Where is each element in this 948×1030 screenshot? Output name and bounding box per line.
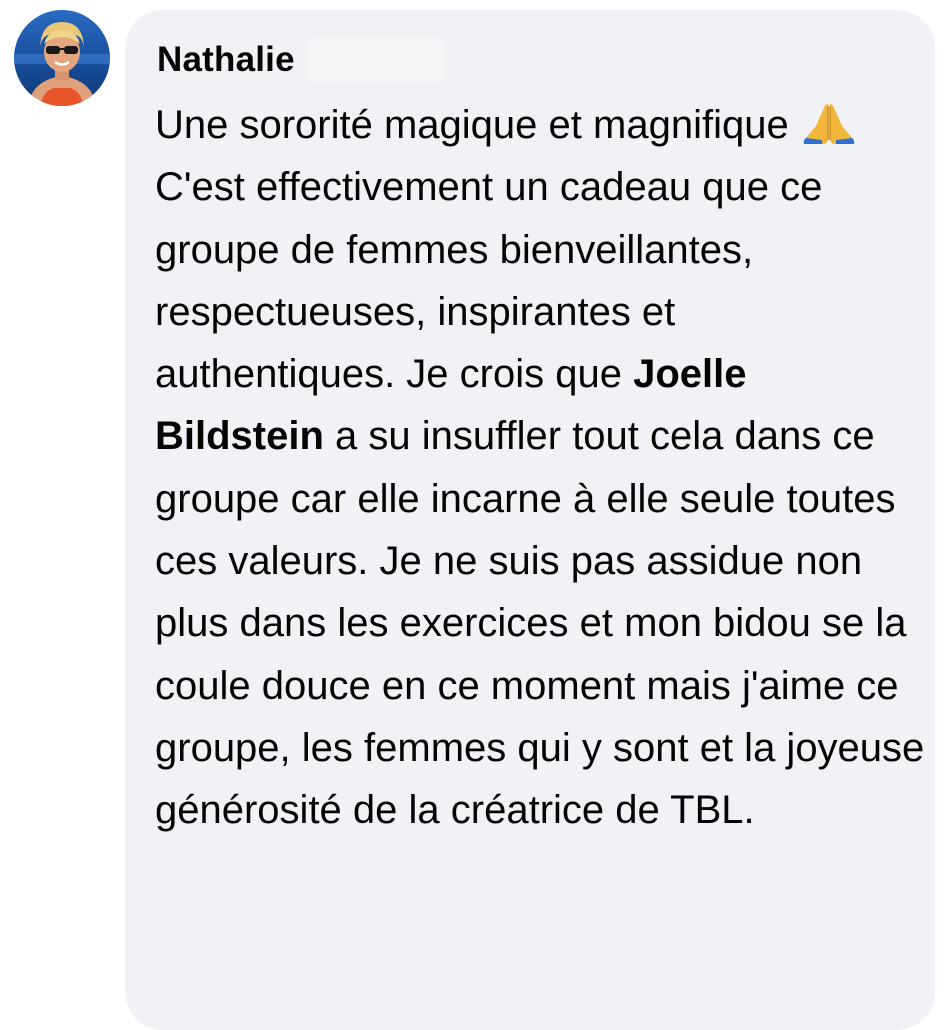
- comment-header: Nathalie: [157, 38, 443, 82]
- comment-text-part: a su insuffler tout cela dans ce groupe …: [155, 414, 925, 833]
- author-name-redacted: [308, 38, 443, 82]
- profile-photo-avatar: [14, 10, 110, 106]
- comment-bubble: Nathalie Une sororité magique et magnifi…: [125, 10, 935, 1030]
- folded-hands-emoji-icon: [800, 100, 858, 146]
- avatar[interactable]: [14, 10, 110, 106]
- comment-text: Une sororité magique et magnifique C'est…: [155, 94, 925, 842]
- comment-text-part: Une sororité magique et magnifique: [155, 103, 800, 147]
- author-name[interactable]: Nathalie: [157, 40, 295, 80]
